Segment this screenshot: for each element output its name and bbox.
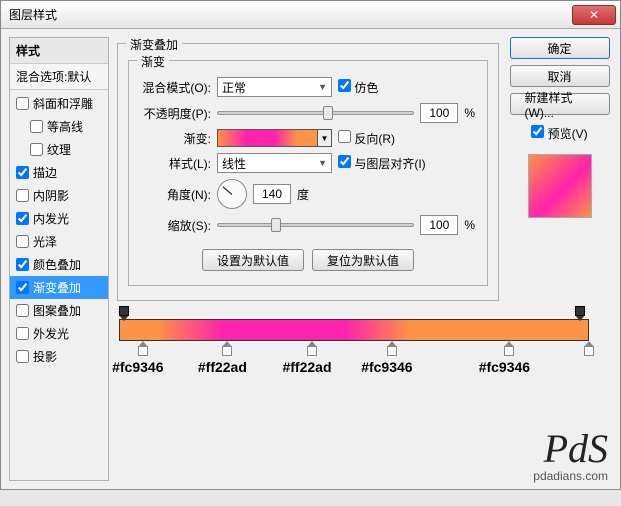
style-item-9[interactable]: 图案叠加 [10, 299, 108, 322]
color-stop[interactable] [504, 341, 514, 355]
style-item-10[interactable]: 外发光 [10, 322, 108, 345]
style-label: 内阴影 [33, 187, 69, 204]
style-label: 颜色叠加 [33, 256, 81, 273]
gradient-group: 渐变 混合模式(O): 正常▼ 仿色 不透明度(P): % [128, 60, 488, 286]
style-label: 内发光 [33, 210, 69, 227]
angle-input[interactable] [253, 184, 291, 204]
close-icon: ✕ [589, 8, 599, 22]
chevron-down-icon: ▼ [318, 82, 327, 92]
reverse-checkbox[interactable]: 反向(R) [338, 130, 395, 147]
style-checkbox[interactable] [16, 235, 29, 248]
style-label: 等高线 [47, 118, 83, 135]
right-panel: 确定 取消 新建样式(W)... 预览(V) [507, 37, 612, 481]
inner-group-title: 渐变 [137, 53, 169, 70]
opacity-slider[interactable] [217, 111, 414, 115]
style-checkbox[interactable] [30, 143, 43, 156]
scale-label: 缩放(S): [141, 217, 211, 234]
style-checkbox[interactable] [16, 258, 29, 271]
gradient-overlay-group: 渐变叠加 渐变 混合模式(O): 正常▼ 仿色 不透明度(P): [117, 43, 499, 301]
style-item-2[interactable]: 纹理 [10, 138, 108, 161]
gradient-editor: #fc9346#ff22ad#ff22ad#fc9346#fc9346 [119, 319, 589, 341]
color-stop[interactable] [307, 341, 317, 355]
style-label: 描边 [33, 164, 57, 181]
style-item-6[interactable]: 光泽 [10, 230, 108, 253]
style-item-4[interactable]: 内阴影 [10, 184, 108, 207]
blend-mode-combo[interactable]: 正常▼ [217, 77, 332, 97]
scale-input[interactable] [420, 215, 458, 235]
layer-style-dialog: 图层样式 ✕ 样式 混合选项:默认 斜面和浮雕等高线纹理描边内阴影内发光光泽颜色… [0, 0, 621, 490]
style-list-header: 样式 [10, 38, 108, 64]
color-stop[interactable] [387, 341, 397, 355]
style-checkbox[interactable] [16, 281, 29, 294]
color-stop[interactable] [222, 341, 232, 355]
reset-default-button[interactable]: 复位为默认值 [312, 249, 414, 271]
style-label: 图案叠加 [33, 302, 81, 319]
color-stop-label: #fc9346 [479, 359, 530, 375]
blend-mode-label: 混合模式(O): [141, 79, 211, 96]
dither-checkbox[interactable]: 仿色 [338, 79, 378, 96]
cancel-button[interactable]: 取消 [510, 65, 610, 87]
style-label: 纹理 [47, 141, 71, 158]
gradient-bar[interactable] [119, 319, 589, 341]
color-stop-label: #fc9346 [112, 359, 163, 375]
style-item-11[interactable]: 投影 [10, 345, 108, 368]
preview-checkbox[interactable]: 预览(V) [531, 125, 587, 142]
style-checkbox[interactable] [16, 304, 29, 317]
group-title: 渐变叠加 [126, 36, 182, 53]
style-item-7[interactable]: 颜色叠加 [10, 253, 108, 276]
color-stop-label: #ff22ad [198, 359, 247, 375]
gradient-label: 渐变: [141, 130, 211, 147]
align-checkbox[interactable]: 与图层对齐(I) [338, 155, 426, 172]
set-default-button[interactable]: 设置为默认值 [202, 249, 304, 271]
style-checkbox[interactable] [16, 327, 29, 340]
style-list-panel: 样式 混合选项:默认 斜面和浮雕等高线纹理描边内阴影内发光光泽颜色叠加渐变叠加图… [9, 37, 109, 481]
style-item-0[interactable]: 斜面和浮雕 [10, 92, 108, 115]
angle-label: 角度(N): [141, 186, 211, 203]
style-checkbox[interactable] [30, 120, 43, 133]
opacity-label: 不透明度(P): [141, 105, 211, 122]
style-label: 渐变叠加 [33, 279, 81, 296]
style-label: 外发光 [33, 325, 69, 342]
style-checkbox[interactable] [16, 350, 29, 363]
chevron-down-icon: ▼ [318, 158, 327, 168]
style-label: 投影 [33, 348, 57, 365]
blend-options-item[interactable]: 混合选项:默认 [10, 64, 108, 90]
opacity-input[interactable] [420, 103, 458, 123]
preview-swatch [528, 154, 592, 218]
new-style-button[interactable]: 新建样式(W)... [510, 93, 610, 115]
style-checkbox[interactable] [16, 166, 29, 179]
opacity-stop[interactable] [575, 309, 585, 319]
ok-button[interactable]: 确定 [510, 37, 610, 59]
scale-slider[interactable] [217, 223, 414, 227]
color-stop[interactable] [138, 341, 148, 355]
style-label: 光泽 [33, 233, 57, 250]
style-label: 斜面和浮雕 [33, 95, 93, 112]
style-item-8[interactable]: 渐变叠加 [10, 276, 108, 299]
style-combo[interactable]: 线性▼ [217, 153, 332, 173]
dialog-title: 图层样式 [9, 6, 57, 23]
color-stop-label: #ff22ad [282, 359, 331, 375]
opacity-stop[interactable] [119, 309, 129, 319]
chevron-down-icon: ▼ [317, 130, 331, 146]
titlebar: 图层样式 ✕ [1, 1, 620, 29]
gradient-picker[interactable]: ▼ [217, 129, 332, 147]
color-stop[interactable] [584, 341, 594, 355]
close-button[interactable]: ✕ [572, 5, 616, 25]
style-label: 样式(L): [141, 155, 211, 172]
angle-dial[interactable] [217, 179, 247, 209]
style-item-1[interactable]: 等高线 [10, 115, 108, 138]
style-checkbox[interactable] [16, 212, 29, 225]
style-checkbox[interactable] [16, 189, 29, 202]
style-item-3[interactable]: 描边 [10, 161, 108, 184]
color-stop-label: #fc9346 [361, 359, 412, 375]
style-item-5[interactable]: 内发光 [10, 207, 108, 230]
main-settings: 渐变叠加 渐变 混合模式(O): 正常▼ 仿色 不透明度(P): [117, 37, 499, 481]
style-checkbox[interactable] [16, 97, 29, 110]
watermark: PdS pdadians.com [533, 429, 608, 483]
